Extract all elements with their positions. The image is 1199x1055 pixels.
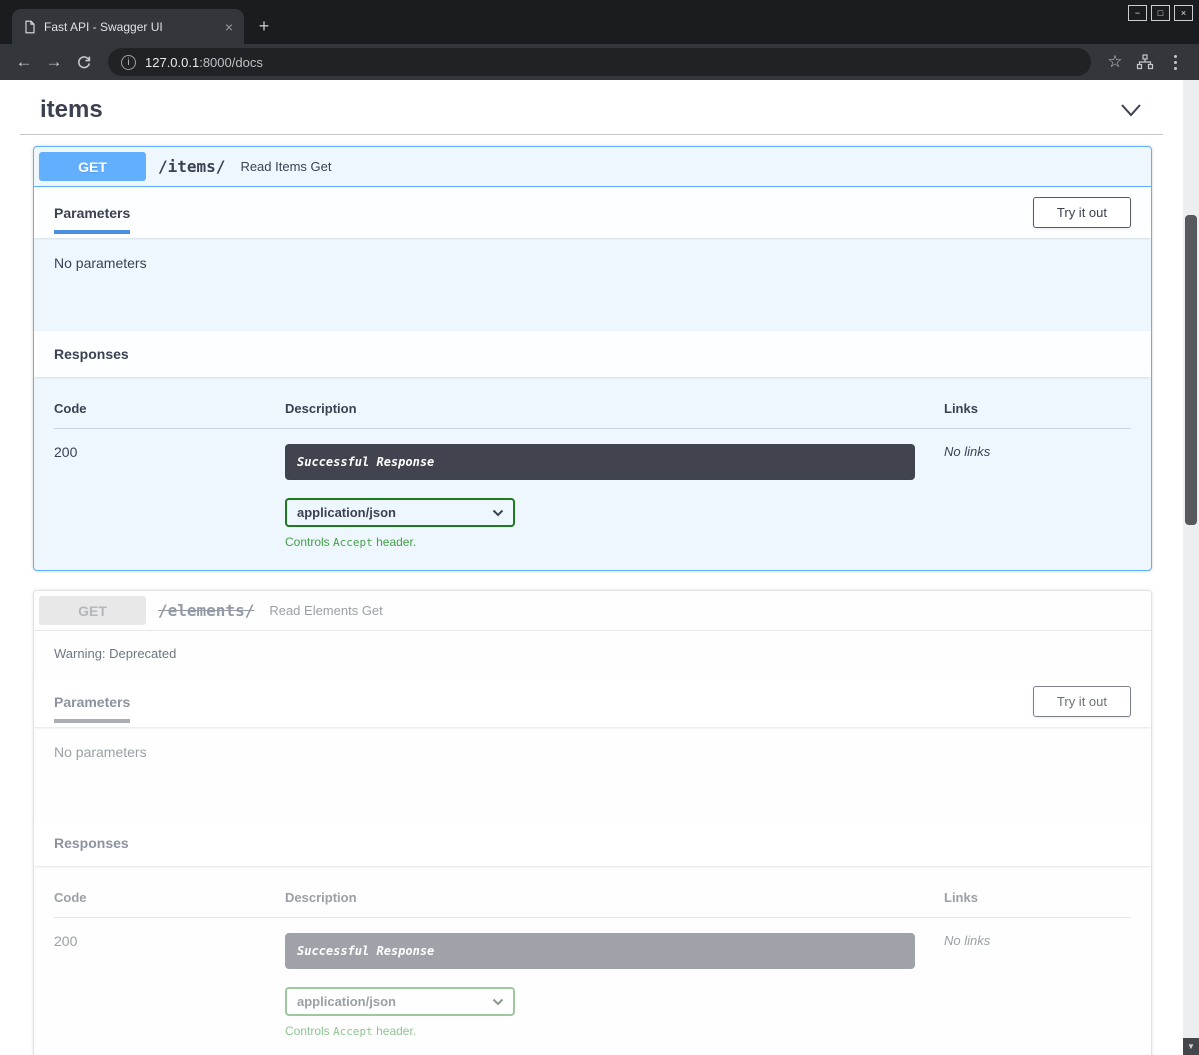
swagger-page: items GET /items/ Read Items Get Paramet… xyxy=(0,80,1183,1055)
tag-header-items[interactable]: items xyxy=(20,80,1163,135)
parameters-body: No parameters xyxy=(34,727,1151,820)
accept-code: Accept xyxy=(333,1025,373,1038)
deprecated-warning: Warning: Deprecated xyxy=(34,631,1151,676)
status-code: 200 xyxy=(54,444,285,549)
responses-header: Responses xyxy=(34,820,1151,866)
browser-titlebar: Fast API - Swagger UI × + − □ × xyxy=(0,0,1199,44)
col-links: Links xyxy=(944,401,1131,416)
col-description: Description xyxy=(285,890,944,905)
col-description: Description xyxy=(285,401,944,416)
response-description: Successful Response xyxy=(285,444,915,480)
links-text: No links xyxy=(944,933,1131,1038)
responses-table-head: Code Description Links xyxy=(54,881,1131,918)
tab-parameters[interactable]: Parameters xyxy=(54,205,130,221)
tag-title: items xyxy=(40,96,103,124)
window-minimize-icon[interactable]: − xyxy=(1128,5,1147,21)
parameters-body: No parameters xyxy=(34,238,1151,331)
media-type-value: application/json xyxy=(297,994,396,1009)
browser-menu-icon[interactable] xyxy=(1161,48,1189,76)
operation-summary: Read Items Get xyxy=(240,159,331,174)
media-type-value: application/json xyxy=(297,505,396,520)
response-row-200: 200 Successful Response application/json… xyxy=(54,918,1131,1038)
reload-icon[interactable] xyxy=(70,48,98,76)
tab-title: Fast API - Swagger UI xyxy=(44,20,212,34)
response-description-cell: Successful Response application/json Con… xyxy=(285,444,944,549)
accept-code: Accept xyxy=(333,536,373,549)
method-badge: GET xyxy=(39,152,146,181)
response-description: Successful Response xyxy=(285,933,915,969)
chevron-down-icon xyxy=(1119,101,1143,119)
select-chevron-icon xyxy=(492,509,504,517)
browser-toolbar: ← → i 127.0.0.1:8000/docs ☆ xyxy=(0,44,1199,80)
no-parameters-text: No parameters xyxy=(54,744,147,760)
operation-path: /elements/ xyxy=(158,601,254,620)
try-it-out-button[interactable]: Try it out xyxy=(1033,197,1131,228)
operation-path: /items/ xyxy=(158,157,225,176)
responses-table: Code Description Links 200 Successful Re… xyxy=(34,377,1151,570)
opblock-summary[interactable]: GET /elements/ Read Elements Get xyxy=(34,591,1151,631)
url-path: :8000/docs xyxy=(199,55,263,70)
tab-parameters[interactable]: Parameters xyxy=(54,694,130,710)
method-badge: GET xyxy=(39,596,146,625)
address-bar[interactable]: i 127.0.0.1:8000/docs xyxy=(108,48,1091,76)
sitemap-icon[interactable] xyxy=(1131,48,1159,76)
opblock-get-items: GET /items/ Read Items Get Parameters Tr… xyxy=(33,146,1152,571)
media-type-select[interactable]: application/json xyxy=(285,498,515,527)
accept-header-note: Controls Accept header. xyxy=(285,535,944,549)
response-row-200: 200 Successful Response application/json… xyxy=(54,429,1131,549)
responses-title: Responses xyxy=(54,835,129,851)
response-description-cell: Successful Response application/json Con… xyxy=(285,933,944,1038)
page-scrollbar: ▼ xyxy=(1183,80,1199,1055)
col-links: Links xyxy=(944,890,1131,905)
responses-table-head: Code Description Links xyxy=(54,392,1131,429)
url-text: 127.0.0.1:8000/docs xyxy=(145,55,263,70)
parameters-header: Parameters Try it out xyxy=(34,187,1151,238)
scrollbar-down-icon[interactable]: ▼ xyxy=(1183,1038,1199,1055)
opblock-get-elements-deprecated: GET /elements/ Read Elements Get Warning… xyxy=(33,590,1152,1055)
page-content: items GET /items/ Read Items Get Paramet… xyxy=(0,80,1199,1055)
opblock-summary[interactable]: GET /items/ Read Items Get xyxy=(34,147,1151,187)
forward-icon[interactable]: → xyxy=(40,48,68,76)
responses-title: Responses xyxy=(54,346,129,362)
browser-tab[interactable]: Fast API - Swagger UI × xyxy=(12,9,244,44)
window-maximize-icon[interactable]: □ xyxy=(1151,5,1170,21)
tab-close-icon[interactable]: × xyxy=(220,18,238,36)
new-tab-button[interactable]: + xyxy=(250,12,278,40)
col-code: Code xyxy=(54,401,285,416)
bookmark-star-icon[interactable]: ☆ xyxy=(1101,48,1129,76)
accept-header-note: Controls Accept header. xyxy=(285,1024,944,1038)
col-code: Code xyxy=(54,890,285,905)
parameters-header: Parameters Try it out xyxy=(34,676,1151,727)
operation-summary: Read Elements Get xyxy=(269,603,382,618)
window-controls: − □ × xyxy=(1128,5,1193,21)
window-close-icon[interactable]: × xyxy=(1174,5,1193,21)
responses-table: Code Description Links 200 Successful Re… xyxy=(34,866,1151,1055)
status-code: 200 xyxy=(54,933,285,1038)
try-it-out-button[interactable]: Try it out xyxy=(1033,686,1131,717)
select-chevron-icon xyxy=(492,998,504,1006)
no-parameters-text: No parameters xyxy=(54,255,147,271)
links-text: No links xyxy=(944,444,1131,549)
back-icon[interactable]: ← xyxy=(10,48,38,76)
responses-header: Responses xyxy=(34,331,1151,377)
site-info-icon[interactable]: i xyxy=(121,55,136,70)
url-host: 127.0.0.1 xyxy=(145,55,199,70)
document-icon xyxy=(24,20,36,34)
scrollbar-thumb[interactable] xyxy=(1185,215,1197,525)
media-type-select[interactable]: application/json xyxy=(285,987,515,1016)
